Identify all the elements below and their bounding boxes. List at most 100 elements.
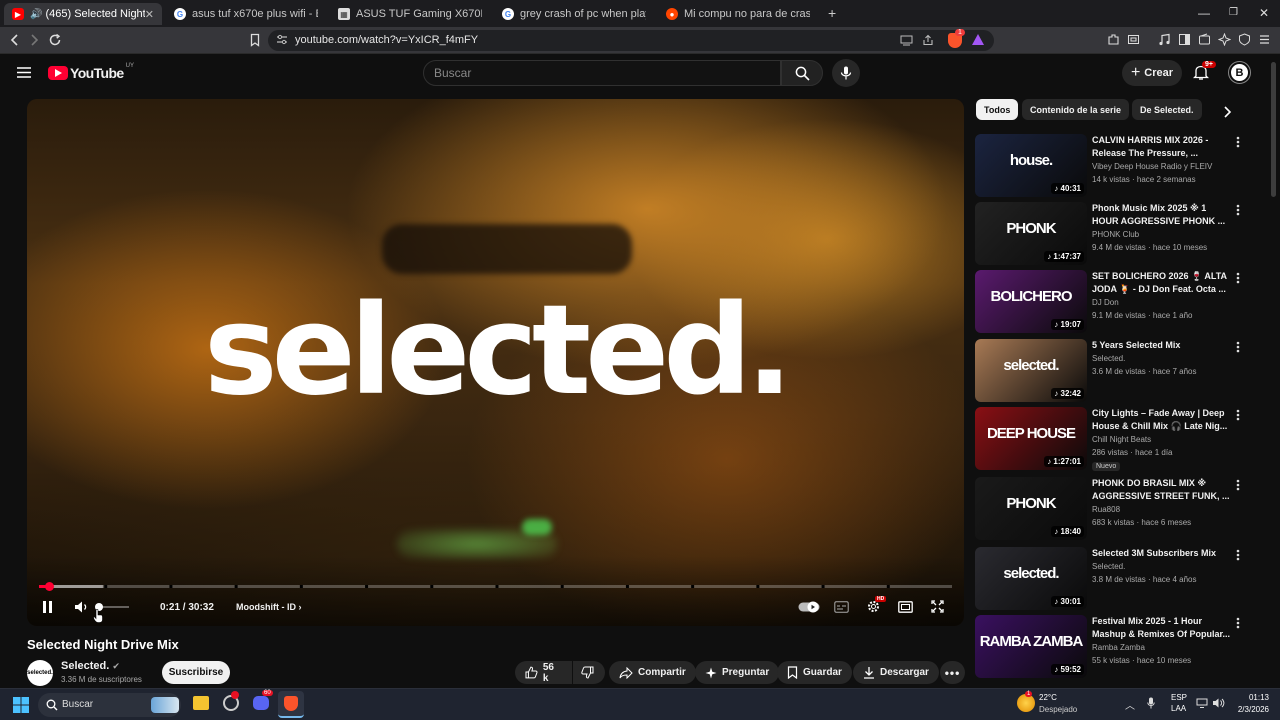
recommendation-item[interactable]: selected. ♪ 30:01 Selected 3M Subscribers … xyxy=(975,547,1265,611)
more-vertical-icon[interactable] xyxy=(1236,341,1240,353)
more-vertical-icon[interactable] xyxy=(1236,617,1240,629)
more-vertical-icon[interactable] xyxy=(1236,204,1240,216)
network-icon[interactable] xyxy=(1196,698,1208,708)
recommendation-channel[interactable]: Selected. xyxy=(1092,354,1125,363)
forward-icon[interactable] xyxy=(27,33,41,47)
channel-avatar[interactable]: selected. xyxy=(27,660,53,686)
clock-time[interactable]: 01:13 xyxy=(1233,693,1269,702)
chip-todos[interactable]: Todos xyxy=(976,99,1019,120)
cast-icon[interactable] xyxy=(900,34,913,46)
chapter-title[interactable]: Moodshift - ID › xyxy=(236,602,302,612)
video-thumbnail[interactable]: PHONK ♪ 18:40 xyxy=(975,477,1087,540)
menu-icon[interactable] xyxy=(1258,33,1272,47)
recommendation-item[interactable]: PHONK ♪ 18:40 PHONK DO BRASIL MIX ※ AGGRES… xyxy=(975,477,1265,541)
search-input[interactable] xyxy=(424,61,780,85)
autoplay-toggle[interactable] xyxy=(798,601,820,613)
taskbar-search[interactable]: Buscar xyxy=(38,693,181,717)
more-vertical-icon[interactable] xyxy=(1236,479,1240,491)
recommendation-channel[interactable]: Rua808 xyxy=(1092,505,1120,514)
music-icon[interactable] xyxy=(1158,33,1172,47)
recommendation-title[interactable]: City Lights – Fade Away | Deep House & C… xyxy=(1092,407,1232,433)
recommendation-item[interactable]: DEEP HOUSE ♪ 1:27:01 City Lights – Fade Aw… xyxy=(975,407,1265,471)
recommendation-channel[interactable]: Selected. xyxy=(1092,562,1125,571)
clock-date[interactable]: 2/3/2026 xyxy=(1229,705,1269,714)
more-vertical-icon[interactable] xyxy=(1236,136,1240,148)
recommendation-channel[interactable]: Vibey Deep House Radio y FLEIV xyxy=(1092,162,1212,171)
channel-name[interactable]: Selected. ✔ xyxy=(61,660,120,672)
recommendation-title[interactable]: Phonk Music Mix 2025 ※ 1 HOUR AGGRESSIVE… xyxy=(1092,202,1232,228)
brave-shield-icon[interactable]: 1 xyxy=(948,29,965,48)
site-settings-icon[interactable] xyxy=(276,34,288,46)
chips-next-icon[interactable] xyxy=(1222,106,1232,118)
hamburger-menu-icon[interactable] xyxy=(17,66,31,79)
recommendation-title[interactable]: CALVIN HARRIS MIX 2026 - Release The Pre… xyxy=(1092,134,1232,160)
brave-taskbar-button[interactable] xyxy=(278,691,304,718)
keyboard-lang[interactable]: ESP xyxy=(1171,693,1187,702)
subtitles-icon[interactable] xyxy=(834,601,849,613)
share-button[interactable]: Compartir xyxy=(609,661,696,684)
voice-search-button[interactable] xyxy=(832,59,860,87)
recommendation-title[interactable]: Festival Mix 2025 - 1 Hour Mashup & Remi… xyxy=(1092,615,1232,641)
recommendation-item[interactable]: BOLICHERO ♪ 19:07 SET BOLICHERO 2026 🍷 ALT… xyxy=(975,270,1265,334)
file-explorer-icon[interactable] xyxy=(193,696,209,710)
sidebar-toggle-icon[interactable] xyxy=(1178,33,1192,47)
youtube-logo[interactable]: YouTube UY xyxy=(48,63,134,81)
steam-icon[interactable] xyxy=(223,691,239,711)
fullscreen-icon[interactable] xyxy=(931,600,944,613)
account-avatar[interactable]: B xyxy=(1228,61,1251,84)
close-tab-icon[interactable]: ✕ xyxy=(145,8,154,21)
tab-youtube[interactable]: ▶ 🔊 (465) Selected Night Drive M ✕ xyxy=(4,3,162,25)
tray-chevron-up-icon[interactable]: ︿ xyxy=(1125,697,1135,712)
dislike-button[interactable] xyxy=(573,661,605,684)
video-thumbnail[interactable]: house. ♪ 40:31 xyxy=(975,134,1087,197)
theater-mode-icon[interactable] xyxy=(898,601,913,613)
like-button[interactable]: 56 k xyxy=(515,661,572,684)
vpn-icon[interactable] xyxy=(1238,33,1252,47)
more-vertical-icon[interactable] xyxy=(1236,272,1240,284)
tab-reddit[interactable]: ● Mi compu no para de crashearse : r/ xyxy=(658,3,818,25)
recommendation-title[interactable]: 5 Years Selected Mix xyxy=(1092,339,1232,352)
chip-de-selected[interactable]: De Selected. xyxy=(1132,99,1202,120)
restore-icon[interactable]: ❐ xyxy=(1229,7,1238,18)
share-page-icon[interactable] xyxy=(922,34,934,46)
windows-start-icon[interactable] xyxy=(13,697,29,713)
more-vertical-icon[interactable] xyxy=(1236,549,1240,561)
keyboard-layout[interactable]: LAA xyxy=(1171,704,1186,713)
address-bar[interactable]: youtube.com/watch?v=YxICR_f4mFY 1 xyxy=(268,29,994,51)
speaker-icon[interactable]: 🔊 xyxy=(30,9,42,20)
bookmark-icon[interactable] xyxy=(248,33,262,47)
video-thumbnail[interactable]: selected. ♪ 30:01 xyxy=(975,547,1087,610)
more-vertical-icon[interactable] xyxy=(1236,409,1240,421)
close-window-icon[interactable]: ✕ xyxy=(1259,6,1269,20)
wallet-icon[interactable] xyxy=(1127,33,1141,47)
create-button[interactable]: + Crear xyxy=(1122,60,1182,86)
mute-button[interactable] xyxy=(74,600,90,614)
search-box[interactable] xyxy=(423,60,781,86)
brave-rewards-icon[interactable] xyxy=(971,33,985,47)
search-button[interactable] xyxy=(781,60,823,86)
video-thumbnail[interactable]: RAMBA ZAMBA ♪ 59:52 xyxy=(975,615,1087,678)
settings-gear-icon[interactable]: HD xyxy=(866,596,887,614)
recommendation-item[interactable]: RAMBA ZAMBA ♪ 59:52 Festival Mix 2025 - 1 … xyxy=(975,615,1265,679)
brave-wallet-icon[interactable] xyxy=(1198,33,1212,47)
back-icon[interactable] xyxy=(8,33,22,47)
recommendation-title[interactable]: SET BOLICHERO 2026 🍷 ALTA JODA 🍹 - DJ Do… xyxy=(1092,270,1232,296)
new-tab-button[interactable]: + xyxy=(828,5,836,21)
video-thumbnail[interactable]: BOLICHERO ♪ 19:07 xyxy=(975,270,1087,333)
ask-button[interactable]: Preguntar xyxy=(695,661,780,684)
download-button[interactable]: Descargar xyxy=(853,661,939,684)
minimize-icon[interactable]: — xyxy=(1198,6,1210,20)
extensions-icon[interactable] xyxy=(1107,33,1121,47)
progress-bar[interactable] xyxy=(39,585,952,588)
speaker-tray-icon[interactable] xyxy=(1212,697,1225,709)
notifications-button[interactable]: 9+ xyxy=(1193,61,1216,81)
reload-icon[interactable] xyxy=(48,33,62,47)
recommendation-channel[interactable]: PHONK Club xyxy=(1092,230,1139,239)
video-thumbnail[interactable]: selected. ♪ 32:42 xyxy=(975,339,1087,402)
recommendation-channel[interactable]: DJ Don xyxy=(1092,298,1119,307)
subscribe-button[interactable]: Suscribirse xyxy=(162,661,230,684)
recommendation-channel[interactable]: Ramba Zamba xyxy=(1092,643,1145,652)
tab-google-crash[interactable]: G grey crash of pc when playing and re xyxy=(494,3,654,25)
save-button[interactable]: Guardar xyxy=(777,661,852,684)
chip-contenido-serie[interactable]: Contenido de la serie xyxy=(1022,99,1130,120)
